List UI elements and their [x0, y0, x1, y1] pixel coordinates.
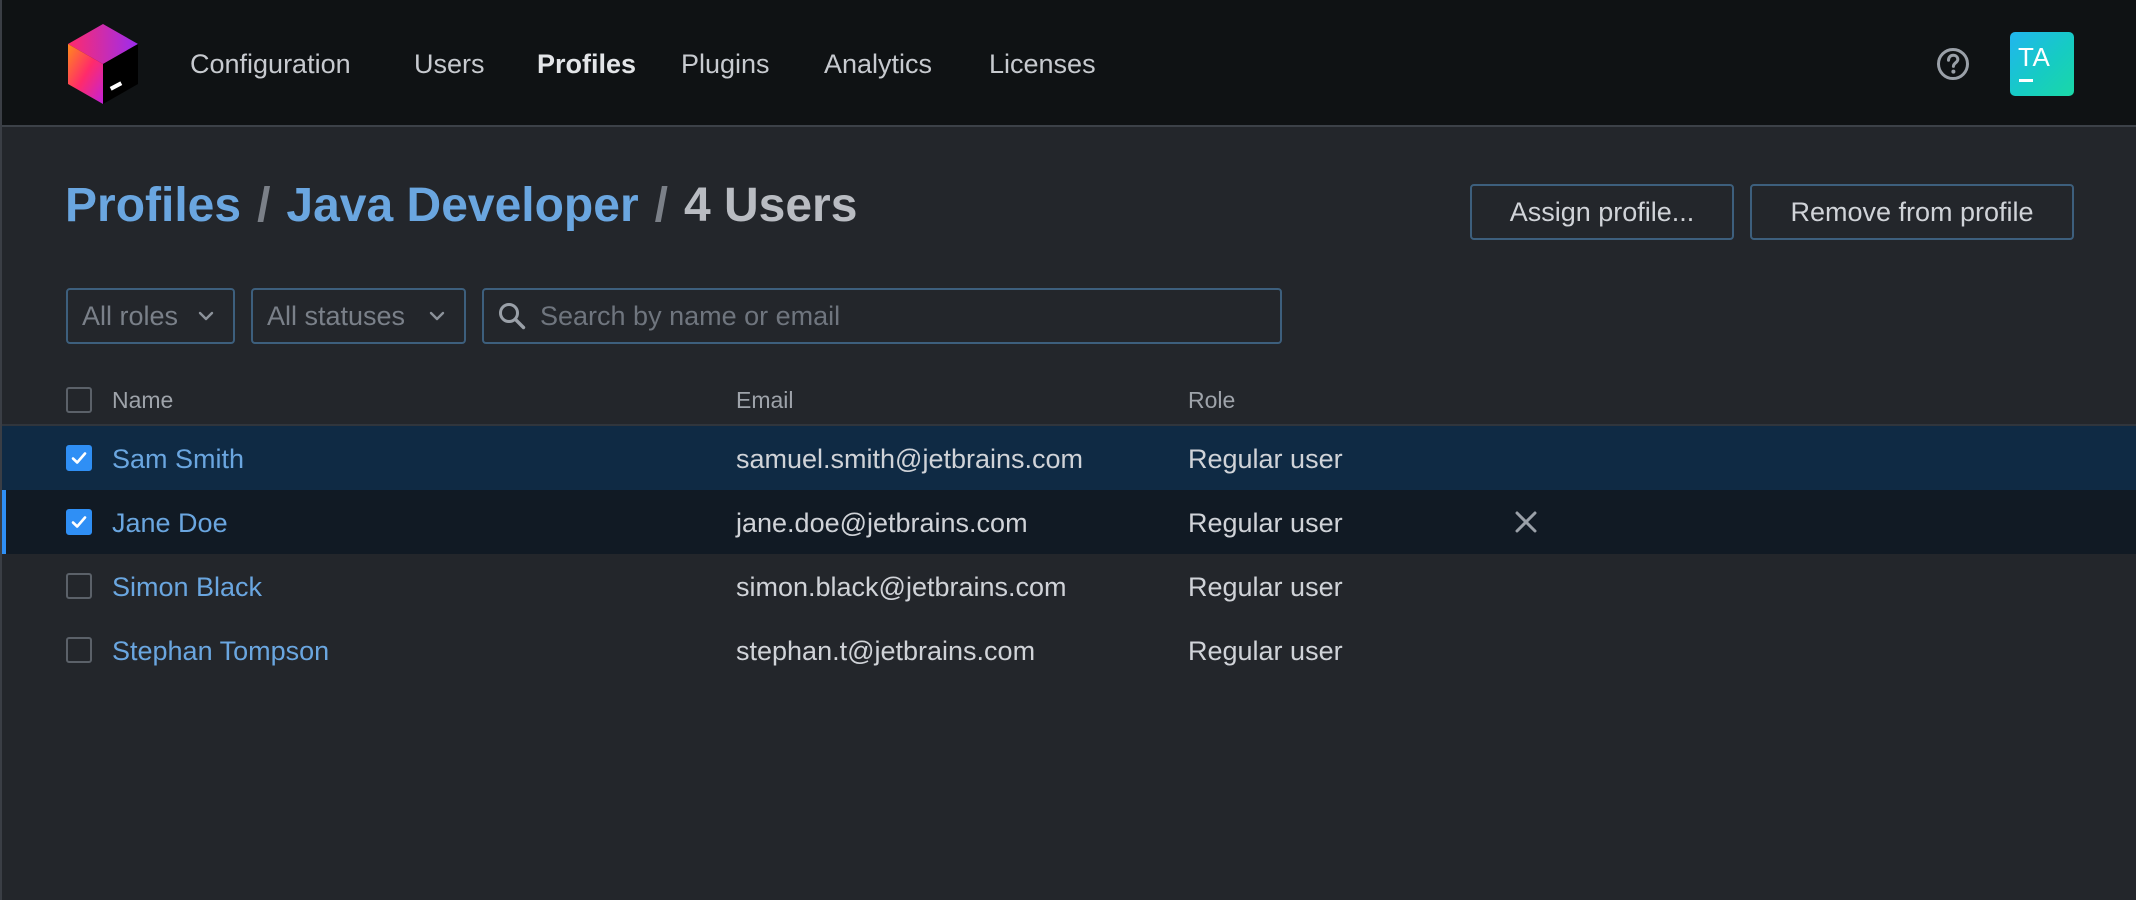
user-email: jane.doe@jetbrains.com [736, 508, 1028, 538]
breadcrumb-java-developer-link[interactable]: Java Developer [286, 179, 638, 232]
select-all-checkbox[interactable] [66, 387, 92, 413]
question-circle-icon[interactable] [1936, 47, 1970, 81]
row-checkbox[interactable] [66, 509, 92, 535]
statuses-filter-label: All statuses [267, 301, 406, 331]
user-name-link[interactable]: Simon Black [112, 570, 262, 604]
checkmark-icon [71, 452, 87, 464]
breadcrumb-separator: / [257, 179, 271, 232]
nav-item-configuration[interactable]: Configuration [190, 46, 351, 82]
checkmark-icon [71, 516, 87, 528]
nav-item-licenses[interactable]: Licenses [989, 46, 1096, 82]
close-icon[interactable] [1512, 508, 1540, 536]
table-row[interactable]: Stephan Tompson stephan.t@jetbrains.com … [2, 618, 2136, 682]
user-avatar[interactable]: TA [2010, 32, 2074, 96]
column-header-name[interactable]: Name [112, 386, 173, 414]
column-header-role: Role [1188, 387, 1236, 413]
user-role: Regular user [1188, 636, 1343, 666]
statuses-filter-dropdown[interactable]: All statuses [251, 288, 466, 344]
avatar-underline [2019, 79, 2033, 82]
table-row[interactable]: Simon Black simon.black@jetbrains.com Re… [2, 554, 2136, 618]
user-name-link[interactable]: Jane Doe [112, 506, 228, 540]
user-role: Regular user [1188, 508, 1343, 538]
nav-item-profiles[interactable]: Profiles [537, 46, 636, 82]
search-field[interactable] [482, 288, 1282, 344]
breadcrumb: Profiles / Java Developer / 4 Users [65, 176, 857, 236]
user-email: simon.black@jetbrains.com [736, 572, 1067, 602]
table-row[interactable]: Sam Smith samuel.smith@jetbrains.com Reg… [2, 426, 2136, 490]
nav-item-analytics[interactable]: Analytics [824, 46, 932, 82]
column-header-email: Email [736, 387, 794, 413]
user-email: samuel.smith@jetbrains.com [736, 444, 1084, 474]
assign-profile-button[interactable]: Assign profile... [1470, 184, 1734, 240]
row-checkbox[interactable] [66, 573, 92, 599]
jetbrains-hub-logo[interactable] [66, 22, 140, 106]
user-role: Regular user [1188, 444, 1343, 474]
breadcrumb-profiles-link[interactable]: Profiles [65, 179, 241, 232]
top-navigation-bar: Configuration Users Profiles Plugins Ana… [2, 0, 2136, 127]
user-email: stephan.t@jetbrains.com [736, 636, 1036, 666]
user-name-link[interactable]: Stephan Tompson [112, 634, 329, 668]
row-checkbox[interactable] [66, 637, 92, 663]
nav-item-users[interactable]: Users [414, 46, 485, 82]
avatar-initials: TA [2018, 42, 2051, 72]
chevron-down-icon [429, 311, 445, 321]
roles-filter-dropdown[interactable]: All roles [66, 288, 235, 344]
search-input[interactable] [540, 294, 1260, 338]
table-header: Name Email Role [2, 378, 2136, 426]
table-row[interactable]: Jane Doe jane.doe@jetbrains.com Regular … [2, 490, 2136, 554]
row-checkbox[interactable] [66, 445, 92, 471]
chevron-down-icon [198, 311, 214, 321]
user-role: Regular user [1188, 572, 1343, 602]
search-icon [499, 303, 526, 330]
breadcrumb-separator: / [654, 179, 668, 232]
nav-item-plugins[interactable]: Plugins [681, 46, 770, 82]
page-title: 4 Users [683, 179, 858, 232]
roles-filter-label: All roles [82, 301, 179, 331]
user-name-link[interactable]: Sam Smith [112, 442, 244, 476]
remove-from-profile-button[interactable]: Remove from profile [1750, 184, 2074, 240]
